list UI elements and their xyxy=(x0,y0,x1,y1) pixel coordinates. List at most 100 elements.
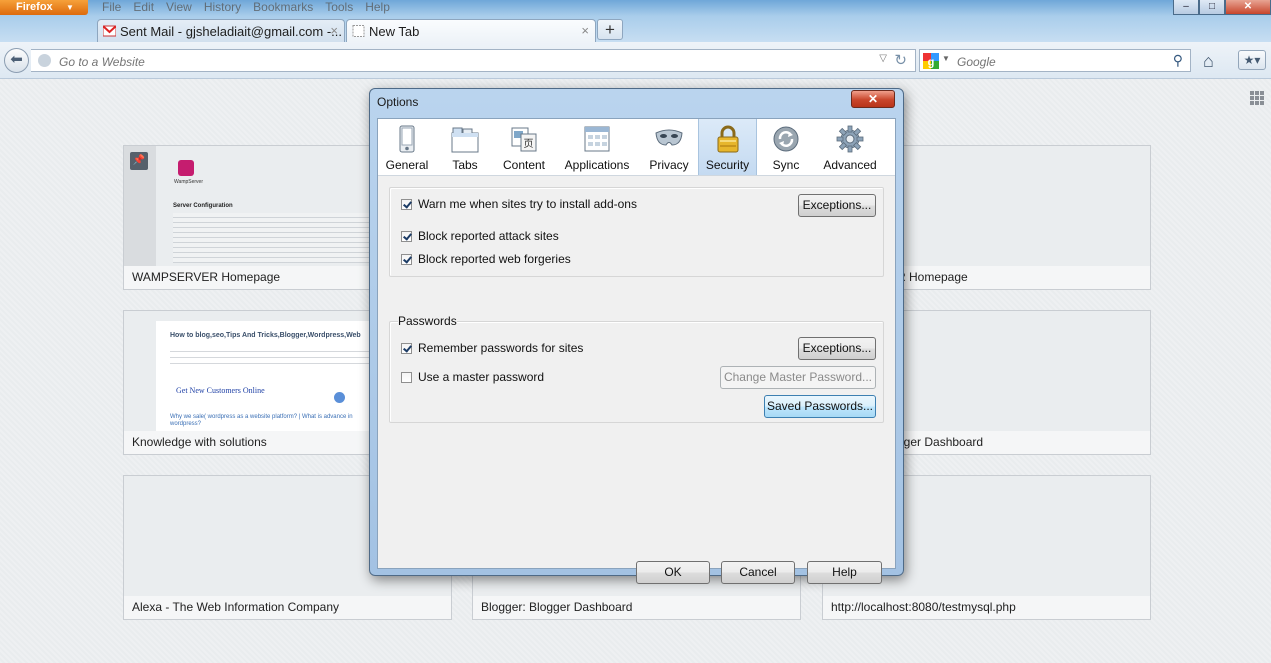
pane-label: General xyxy=(385,158,429,172)
addons-exceptions-button[interactable]: Exceptions... xyxy=(798,194,876,217)
help-button[interactable]: Help xyxy=(807,561,882,584)
pane-applications[interactable]: Applications xyxy=(554,119,640,175)
checkbox-box[interactable] xyxy=(401,371,412,383)
url-input[interactable] xyxy=(57,54,861,70)
checkbox-label: Use a master password xyxy=(418,370,545,384)
menu-edit[interactable]: Edit xyxy=(133,0,154,15)
checkbox-box[interactable] xyxy=(401,342,412,354)
checkbox-label: Block reported attack sites xyxy=(418,229,559,243)
checkbox-box[interactable] xyxy=(401,253,412,265)
window-controls: – □ ✕ xyxy=(1173,0,1271,15)
passwords-group: Passwords Remember passwords for sites E… xyxy=(389,314,884,423)
dialog-title: Options xyxy=(377,95,419,109)
passwords-legend: Passwords xyxy=(398,314,457,328)
pin-icon[interactable]: 📌 xyxy=(130,152,148,170)
pane-label: Security xyxy=(705,158,750,172)
master-password-checkbox[interactable]: Use a master password xyxy=(401,370,544,384)
saved-passwords-button[interactable]: Saved Passwords... xyxy=(764,395,876,418)
search-icon[interactable]: ⚲ xyxy=(1173,52,1183,69)
window-close-button[interactable]: ✕ xyxy=(1225,0,1271,15)
google-icon: g xyxy=(923,53,939,69)
change-master-password-button[interactable]: Change Master Password... xyxy=(720,366,876,389)
search-input[interactable] xyxy=(955,54,1159,70)
svg-text:g: g xyxy=(928,57,935,69)
block-attack-sites-checkbox[interactable]: Block reported attack sites xyxy=(401,229,559,243)
firefox-button-label: Firefox xyxy=(16,1,53,13)
menu-bookmarks[interactable]: Bookmarks xyxy=(253,0,313,15)
pane-label: Sync xyxy=(772,158,800,172)
checkbox-label: Remember passwords for sites xyxy=(418,341,584,355)
pane-security[interactable]: Security xyxy=(698,119,757,175)
close-tab-icon[interactable]: × xyxy=(330,23,338,38)
star-icon: ★▾ xyxy=(1243,53,1261,67)
checkbox-box[interactable] xyxy=(401,198,412,210)
search-bar[interactable]: g ▼ ⚲ xyxy=(919,49,1191,72)
svg-text:页: 页 xyxy=(524,138,534,150)
blog-link: Why we sale( wordpress as a website plat… xyxy=(170,414,353,427)
pane-label: Privacy xyxy=(649,158,689,172)
wamp-logo-icon xyxy=(178,160,194,176)
history-dropdown-icon[interactable]: ▽ xyxy=(879,53,887,64)
url-bar[interactable]: ▽ ↻ xyxy=(31,49,916,72)
gmail-icon xyxy=(103,25,116,37)
pane-tabs[interactable]: Tabs xyxy=(436,119,494,175)
checkbox-label: Warn me when sites try to install add-on… xyxy=(418,197,637,211)
pane-general[interactable]: General xyxy=(378,119,436,175)
warn-addons-checkbox[interactable]: Warn me when sites try to install add-on… xyxy=(401,197,637,211)
pane-content[interactable]: 页 Content xyxy=(494,119,554,175)
bookmarks-button[interactable]: ★▾ xyxy=(1238,50,1266,70)
password-exceptions-button[interactable]: Exceptions... xyxy=(798,337,876,360)
thumbnail-title: WAMPSERVER Homepage xyxy=(132,270,281,284)
menubar: File Edit View History Bookmarks Tools H… xyxy=(102,0,390,15)
thumbnail-title: Alexa - The Web Information Company xyxy=(132,600,339,614)
home-icon[interactable]: ⌂ xyxy=(1203,51,1214,72)
close-tab-icon[interactable]: × xyxy=(581,23,589,38)
menu-file[interactable]: File xyxy=(102,0,121,15)
thumbnail-title: Knowledge with solutions xyxy=(132,435,267,449)
blank-page-icon xyxy=(352,25,365,37)
menu-view[interactable]: View xyxy=(166,0,192,15)
back-button[interactable]: ⬅ xyxy=(4,48,29,73)
cancel-button[interactable]: Cancel xyxy=(721,561,795,584)
new-tab-button[interactable]: + xyxy=(597,19,623,40)
chevron-down-icon: ▼ xyxy=(66,3,74,12)
thumbnail-title: R Homepage xyxy=(897,270,968,284)
pane-label: Tabs xyxy=(452,158,478,172)
toggle-grid-icon[interactable] xyxy=(1250,91,1264,105)
window-titlebar: Firefox ▼ File Edit View History Bookmar… xyxy=(0,0,1271,16)
checkbox-box[interactable] xyxy=(401,230,412,242)
applications-icon xyxy=(584,126,610,152)
thumbnail-title: gger Dashboard xyxy=(897,435,984,449)
engine-dropdown-icon[interactable]: ▼ xyxy=(942,54,950,63)
thumbnail-title: Blogger: Blogger Dashboard xyxy=(481,600,633,614)
pane-privacy[interactable]: Privacy xyxy=(640,119,698,175)
tab-gmail[interactable]: Sent Mail - gjsheladiait@gmail.com -... … xyxy=(97,19,345,42)
tab-label: New Tab xyxy=(369,24,420,39)
thumbnail-title: http://localhost:8080/testmysql.php xyxy=(831,600,1016,614)
pane-label: Content xyxy=(502,158,546,172)
block-forgeries-checkbox[interactable]: Block reported web forgeries xyxy=(401,252,571,266)
firefox-menu-button[interactable]: Firefox ▼ xyxy=(0,0,88,15)
dialog-close-button[interactable]: ✕ xyxy=(851,90,895,108)
pane-advanced[interactable]: Advanced xyxy=(815,119,885,175)
menu-help[interactable]: Help xyxy=(365,0,390,15)
addons-security-group: Warn me when sites try to install add-on… xyxy=(389,187,884,277)
tab-label: Sent Mail - gjsheladiait@gmail.com -... xyxy=(120,24,342,39)
privacy-mask-icon xyxy=(655,129,683,146)
menu-history[interactable]: History xyxy=(204,0,241,15)
pane-sync[interactable]: Sync xyxy=(757,119,815,175)
gear-icon xyxy=(836,125,864,153)
tab-new-tab[interactable]: New Tab × xyxy=(346,19,596,42)
ok-button[interactable]: OK xyxy=(636,561,710,584)
remember-passwords-checkbox[interactable]: Remember passwords for sites xyxy=(401,341,583,355)
reload-icon[interactable]: ↻ xyxy=(894,51,907,69)
navigation-toolbar: ⬅ ▽ ↻ g ▼ ⚲ ⌂ ★▾ xyxy=(0,42,1271,79)
pane-label: Advanced xyxy=(823,158,877,172)
maximize-button[interactable]: □ xyxy=(1199,0,1225,15)
tabs-icon xyxy=(451,127,479,153)
back-arrow-icon: ⬅ xyxy=(10,51,23,68)
menu-tools[interactable]: Tools xyxy=(325,0,353,15)
preview-text-lines xyxy=(173,213,373,263)
minimize-button[interactable]: – xyxy=(1173,0,1199,15)
ad-title: Get New Customers Online xyxy=(176,386,265,395)
